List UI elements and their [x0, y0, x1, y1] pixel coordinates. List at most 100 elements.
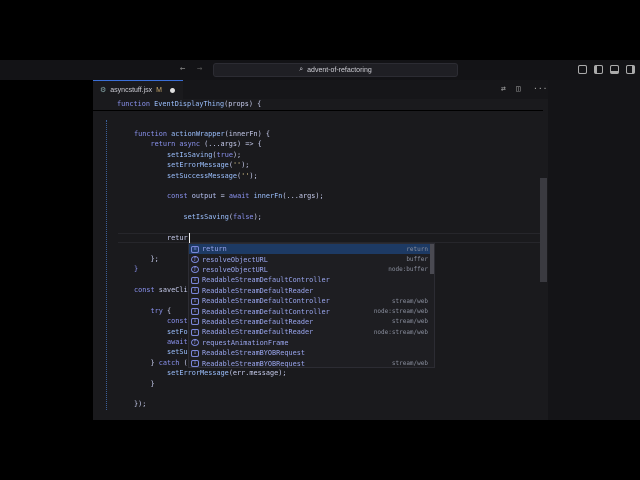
code-token: ''	[232, 161, 242, 170]
function-icon: ƒ	[191, 256, 199, 264]
code-token: const	[167, 192, 192, 201]
code-token: {	[166, 306, 172, 315]
gear-icon: ⚙	[100, 87, 107, 94]
code-token: setSuccessMessage	[167, 171, 238, 180]
code-line: return async (...args) => {	[151, 139, 262, 149]
suggestion-item[interactable]: ƒ resolveObjectURL node:buffer	[189, 265, 434, 275]
customize-layout-icon[interactable]	[578, 65, 587, 74]
command-center-search[interactable]: ⌕ advent-of-refactoring	[213, 63, 458, 77]
variable-icon: ▫	[191, 287, 199, 295]
code-line: try {	[151, 306, 172, 316]
code-token: saveCli	[158, 286, 188, 294]
git-change-gutter	[106, 120, 107, 410]
code-token: output	[191, 192, 221, 201]
code-line: setSu	[167, 347, 188, 357]
code-token: (	[183, 358, 188, 367]
function-icon: ƒ	[191, 339, 199, 347]
suggest-widget[interactable]: ▫ ReadableStreamBYOBRequest stream/web ▫ Rea…	[188, 243, 435, 368]
suggestion-label: ReadableStreamDefaultController	[202, 307, 330, 316]
code-token: (innerFn) {	[224, 130, 270, 138]
suggestion-detail: buffer	[406, 256, 428, 264]
tab-asyncstuff[interactable]: ⚙ asyncstuff.jsx M	[93, 80, 183, 99]
suggestion-item[interactable]: ▫ ReadableStreamDefaultReader	[189, 286, 434, 296]
code-token: );	[249, 171, 258, 180]
suggestion-detail: node:buffer	[388, 266, 428, 274]
code-token: setIsSaving	[183, 213, 229, 222]
code-token: false	[232, 213, 254, 222]
code-line: } catch (	[151, 358, 188, 368]
sticky-scroll[interactable]: function EventDisplayThing(props) {	[93, 99, 543, 111]
suggestion-label: ReadableStreamDefaultController	[202, 297, 330, 306]
suggest-scrollbar[interactable]	[430, 244, 434, 274]
suggestion-item[interactable]: ▫ ReadableStreamDefaultReader stream/web	[189, 317, 434, 327]
unsaved-dot-icon[interactable]	[170, 87, 176, 93]
code-line: setIsSaving(true);	[167, 150, 241, 160]
code-token: const	[167, 317, 188, 326]
toggle-primary-sidebar-icon[interactable]	[594, 65, 603, 74]
variable-icon: ▫	[191, 276, 199, 284]
code-token: }	[150, 379, 155, 388]
tab-bar: ⚙ asyncstuff.jsx M ⇄ ◫ ···	[93, 80, 548, 99]
code-line: function actionWrapper(innerFn) {	[134, 129, 270, 139]
code-token: actionWrapper	[171, 130, 225, 138]
text-cursor	[189, 233, 190, 243]
code-line: retur	[167, 233, 188, 243]
search-text: advent-of-refactoring	[307, 66, 372, 74]
suggestion-label: resolveObjectURL	[202, 265, 268, 274]
code-token: retur	[167, 234, 188, 242]
variable-icon: ▫	[191, 349, 199, 357]
code-token: );	[232, 150, 242, 159]
code-token: async	[179, 140, 205, 149]
suggestion-item[interactable]: ▫ ReadableStreamDefaultController	[189, 275, 434, 285]
variable-icon: ▫	[191, 360, 199, 368]
toggle-secondary-sidebar-icon[interactable]	[626, 65, 635, 74]
variable-icon: ▫	[191, 308, 199, 316]
variable-icon: ▫	[191, 297, 199, 305]
code-token: (props) {	[224, 100, 262, 108]
arrow-left-icon[interactable]: ←	[180, 64, 185, 74]
suggestion-detail: stream/web	[391, 318, 428, 326]
suggestion-item[interactable]: ▫ ReadableStreamDefaultReader node:stream/…	[189, 327, 434, 337]
suggestion-label: ReadableStreamDefaultReader	[202, 328, 314, 337]
suggestion-label: ReadableStreamDefaultController	[202, 276, 330, 285]
suggestion-label: ReadableStreamDefaultReader	[202, 286, 314, 295]
code-token: return	[150, 140, 180, 149]
split-editor-icon[interactable]: ◫	[516, 84, 521, 93]
code-token: await	[228, 192, 254, 201]
editor-scrollbar[interactable]	[540, 178, 547, 282]
code-line: setErrorMessage('');	[167, 160, 249, 170]
variable-icon: ▫	[191, 328, 199, 336]
variable-icon: ▫	[191, 318, 199, 326]
code-token: setSu	[167, 348, 188, 357]
suggestion-item[interactable]: ▫ ReadableStreamBYOBRequest	[189, 348, 434, 358]
suggestion-label: ReadableStreamDefaultReader	[202, 317, 314, 326]
code-token: }	[150, 358, 159, 367]
arrow-right-icon[interactable]: →	[197, 64, 202, 74]
suggestion-label: return	[202, 245, 227, 254]
suggestion-detail: stream/web	[391, 297, 428, 305]
suggestion-item[interactable]: ≡ return return	[189, 244, 434, 255]
code-token: }	[134, 265, 139, 274]
more-actions-icon[interactable]: ···	[533, 84, 547, 93]
code-token: };	[150, 254, 159, 263]
code-token: );	[253, 213, 262, 222]
code-line: }	[151, 379, 155, 389]
suggestion-detail: node:stream/web	[373, 308, 428, 316]
suggestion-item[interactable]: ƒ resolveObjectURL buffer	[189, 254, 434, 264]
sticky-line: function EventDisplayThing(props) {	[117, 99, 261, 109]
suggestion-label: ReadableStreamBYOBRequest	[202, 359, 306, 368]
secondary-sidebar	[548, 80, 640, 420]
suggestion-item[interactable]: ▫ ReadableStreamDefaultController stream/w…	[189, 296, 434, 306]
code-token: );	[241, 161, 250, 170]
code-token: innerFn	[253, 192, 283, 201]
code-token: (err.message);	[228, 369, 287, 378]
code-token: EventDisplayThing	[154, 100, 225, 108]
tab-filename: asyncstuff.jsx	[110, 86, 153, 94]
suggestion-label: requestAnimationFrame	[202, 338, 289, 347]
suggestion-item[interactable]: ▫ ReadableStreamDefaultController node:str…	[189, 306, 434, 316]
suggestion-detail: node:stream/web	[373, 328, 428, 336]
toggle-panel-icon[interactable]	[610, 65, 619, 74]
code-line: const saveCli	[134, 285, 188, 295]
suggestion-item[interactable]: ƒ requestAnimationFrame	[189, 338, 434, 348]
compare-changes-icon[interactable]: ⇄	[501, 84, 506, 93]
